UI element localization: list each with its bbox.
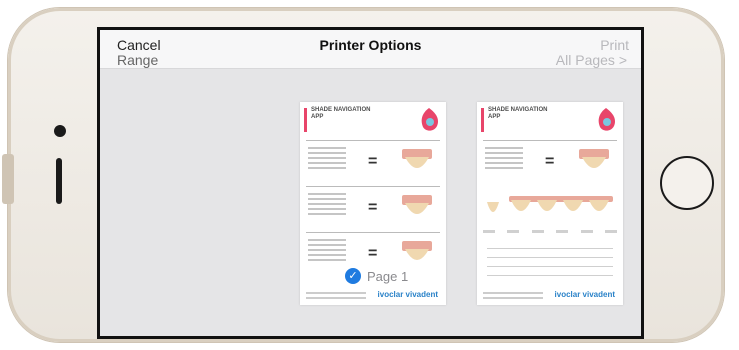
page-preview-2[interactable]: SHADE NAVIGATION APP = ivoclar vivadent [477, 102, 623, 305]
notes-lines [487, 248, 613, 284]
shade-legend [483, 230, 617, 236]
page-flag [304, 108, 307, 132]
shade-block: = [483, 140, 617, 185]
teeth-row [483, 194, 617, 224]
checkmark-icon: ✓ [345, 268, 361, 284]
range-value: All Pages > [555, 52, 627, 68]
page-number-label: Page 1 [367, 268, 409, 284]
front-camera [54, 125, 66, 137]
page-heading: SHADE NAVIGATION APP [311, 107, 371, 120]
printer-options-view: Range All Pages > Cancel Printer Options… [100, 30, 641, 336]
earpiece-speaker [56, 158, 62, 204]
screen: Range All Pages > Cancel Printer Options… [97, 27, 644, 339]
shade-block: = [306, 186, 440, 231]
shade-app-logo-icon [598, 108, 616, 131]
page-footer-text [306, 289, 366, 299]
shade-app-logo-icon [421, 108, 439, 131]
ivoclar-logo: ivoclar vivadent [554, 290, 615, 299]
nav-title: Printer Options [319, 37, 422, 53]
tooth-icon [402, 241, 432, 260]
phone-frame: Range All Pages > Cancel Printer Options… [2, 8, 724, 342]
page-flag [481, 108, 484, 132]
page-footer-text [483, 289, 543, 299]
page-indicator: ✓ Page 1 [343, 267, 415, 285]
page-heading: SHADE NAVIGATION APP [488, 107, 548, 120]
teeth-row-icon [487, 196, 613, 212]
navigation-bar: Range All Pages > Cancel Printer Options… [100, 30, 641, 69]
tooth-icon [579, 149, 609, 168]
tooth-icon [402, 149, 432, 168]
home-button[interactable] [660, 156, 714, 210]
volume-button [2, 154, 14, 204]
tooth-icon [402, 195, 432, 214]
page-preview-1[interactable]: SHADE NAVIGATION APP = = = ivoclar vivad… [300, 102, 446, 305]
range-label: Range [117, 52, 159, 68]
shade-block: = [306, 140, 440, 185]
print-button[interactable]: Print [600, 37, 629, 53]
ivoclar-logo: ivoclar vivadent [377, 290, 438, 299]
